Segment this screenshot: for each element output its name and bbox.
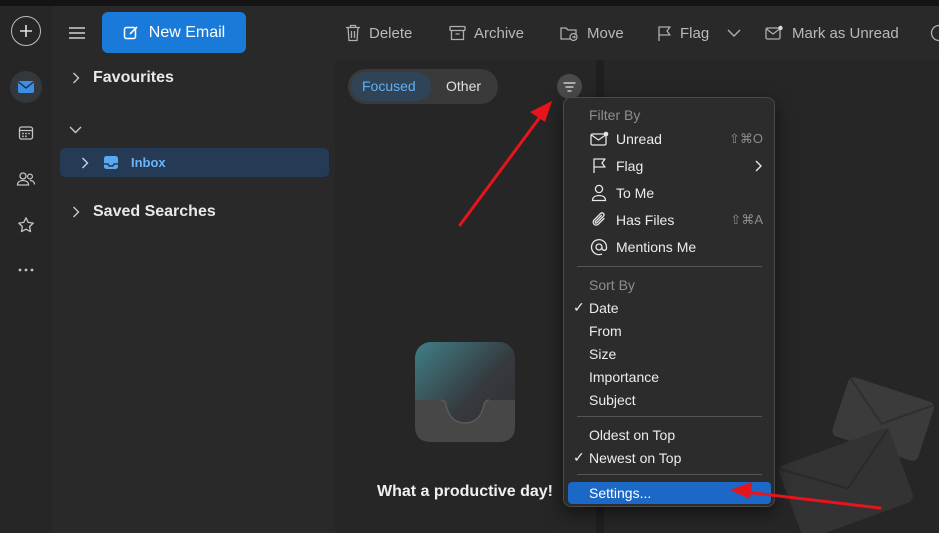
arrow-to-filter-button	[458, 101, 552, 227]
annotation-arrows	[458, 101, 882, 510]
arrow-to-settings	[730, 482, 882, 510]
